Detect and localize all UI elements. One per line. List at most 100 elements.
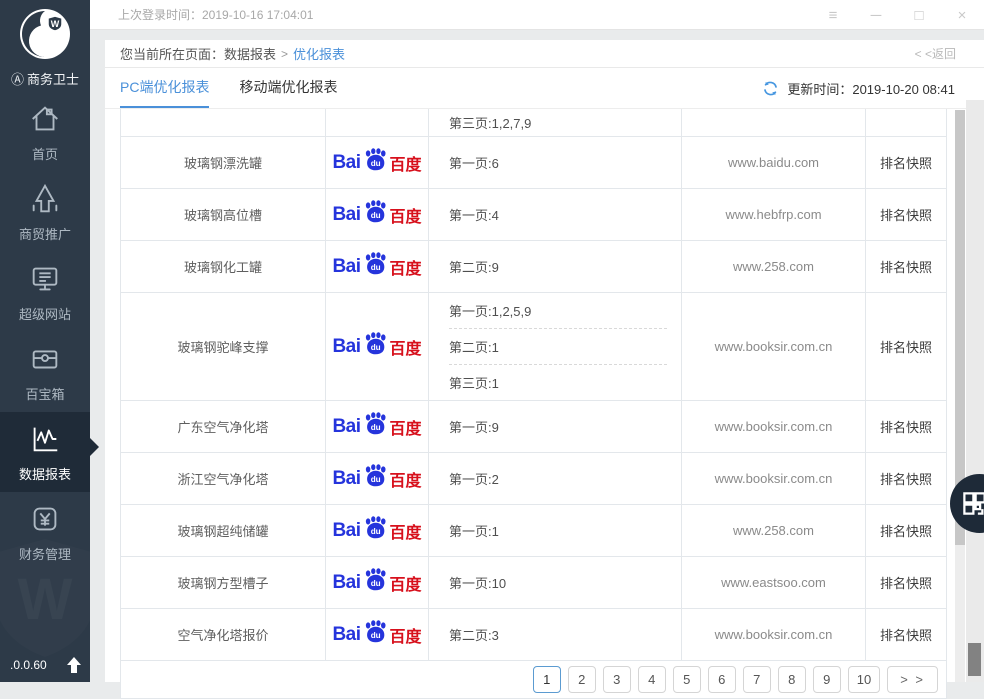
baidu-logo-cn: 百度 [390,623,422,647]
sidebar-item-label: 数据报表 [19,464,71,483]
sidebar-item-label: 超级网站 [19,304,71,323]
snapshot-link[interactable]: 排名快照 [880,521,932,540]
baidu-logo-bai: Bai [332,572,360,594]
page-button-9[interactable]: 9 [813,666,841,693]
tab-mobile-report[interactable]: 移动端优化报表 [239,68,337,108]
snapshot-cell: 排名快照 [866,189,946,240]
url-label: www.258.com [733,523,814,538]
snapshot-link[interactable]: 排名快照 [880,573,932,592]
snapshot-cell: 排名快照 [866,505,946,556]
keyword-cell: 空气净化塔报价 [121,609,326,660]
sidebar-item-4[interactable]: 数据报表 [0,412,90,492]
last-login-label: 上次登录时间：2019-10-16 17:04:01 [118,6,313,23]
page-button-7[interactable]: 7 [743,666,771,693]
search-engine-cell: Baidu百度 [326,609,429,660]
page-button-8[interactable]: 8 [778,666,806,693]
search-engine-cell: Baidu百度 [326,293,429,400]
menu-icon[interactable]: ≡ [825,8,841,23]
keyword-cell: 玻璃钢超纯储罐 [121,505,326,556]
page-button-3[interactable]: 3 [603,666,631,693]
qr-code-icon [961,490,984,517]
pagination: 123456789 10 > > [121,661,946,698]
snapshot-link[interactable]: 排名快照 [880,257,932,276]
baidu-logo-bai: Bai [332,336,360,358]
table-row: 玻璃钢高位槽Baidu百度第一页:4www.hebfrp.com排名快照 [121,189,946,241]
page-button-4[interactable]: 4 [638,666,666,693]
url-cell [682,109,866,136]
snapshot-cell: 排名快照 [866,401,946,452]
refresh-icon[interactable] [762,80,779,97]
baidu-logo-cn: 百度 [390,151,422,175]
close-icon[interactable]: × [954,8,970,23]
snapshot-cell: 排名快照 [866,609,946,660]
sidebar-item-1[interactable]: 商贸推广 [0,172,90,252]
sidebar-item-0[interactable]: 首页 [0,92,90,172]
rank-page-line: 第一页:10 [449,565,681,600]
baidu-logo-bai: Bai [332,624,360,646]
back-button[interactable]: < <返回 [915,45,956,62]
search-engine-cell: Baidu百度 [326,453,429,504]
tab-pc-report[interactable]: PC端优化报表 [120,68,209,108]
baidu-logo: Baidu百度 [332,466,421,491]
page-button-10[interactable]: 10 [848,666,880,693]
page-button-6[interactable]: 6 [708,666,736,693]
page-button-1[interactable]: 1 [533,666,561,693]
content-panel: 您当前所在页面：数据报表 > 优化报表 < <返回 PC端优化报表 移动端优化报… [105,40,984,682]
url-label: www.booksir.com.cn [715,419,833,434]
baidu-logo-bai: Bai [332,520,360,542]
keyword-label: 玻璃钢漂洗罐 [184,153,262,172]
snapshot-link[interactable]: 排名快照 [880,153,932,172]
url-label: www.booksir.com.cn [715,627,833,642]
page-button-2[interactable]: 2 [568,666,596,693]
snapshot-link[interactable]: 排名快照 [880,469,932,488]
snapshot-link[interactable]: 排名快照 [880,337,932,356]
breadcrumb-current[interactable]: 优化报表 [293,44,345,63]
page-button-5[interactable]: 5 [673,666,701,693]
minimize-icon[interactable]: ─ [868,8,884,23]
snapshot-cell: 排名快照 [866,137,946,188]
baidu-logo-cn: 百度 [390,519,422,543]
keyword-cell [121,109,326,136]
baidu-logo: Baidu百度 [332,622,421,647]
table-row: 玻璃钢方型槽子Baidu百度第一页:10www.eastsoo.com排名快照 [121,557,946,609]
rank-pages-cell: 第一页:2 [429,453,682,504]
baidu-paw-icon: du [362,199,388,224]
baidu-logo-cn: 百度 [390,203,422,227]
keyword-label: 玻璃钢方型槽子 [177,573,268,592]
baidu-logo-bai: Bai [332,204,360,226]
keyword-label: 玻璃钢高位槽 [184,205,262,224]
url-cell: www.booksir.com.cn [682,293,866,400]
snapshot-link[interactable]: 排名快照 [880,625,932,644]
url-label: www.eastsoo.com [721,575,826,590]
search-engine-cell [326,109,429,136]
breadcrumb-parent[interactable]: 数据报表 [224,44,276,63]
keyword-label: 玻璃钢化工罐 [184,257,262,276]
website-icon [27,261,63,297]
rank-page-line: 第三页:1,2,7,9 [449,109,681,136]
baidu-logo-cn: 百度 [390,571,422,595]
breadcrumb-prefix: 您当前所在页面： [120,44,224,63]
snapshot-link[interactable]: 排名快照 [880,205,932,224]
keyword-label: 玻璃钢驼峰支撑 [177,337,268,356]
snapshot-cell [866,109,946,136]
keyword-cell: 玻璃钢方型槽子 [121,557,326,608]
next-page-button[interactable]: > > [887,666,938,693]
url-cell: www.hebfrp.com [682,189,866,240]
url-label: www.baidu.com [728,155,819,170]
sidebar-item-label: 百宝箱 [25,384,64,403]
svg-text:du: du [370,423,380,432]
sidebar-item-5[interactable]: 财务管理 [0,492,90,572]
window-scrollbar [966,100,984,682]
svg-text:du: du [370,475,380,484]
window-scrollbar-thumb[interactable] [968,643,981,676]
snapshot-link[interactable]: 排名快照 [880,417,932,436]
table-row-partial: 第三页:1,2,7,9 [121,109,946,137]
baidu-logo-bai: Bai [332,152,360,174]
svg-text:du: du [370,263,380,272]
sidebar-item-2[interactable]: 超级网站 [0,252,90,332]
maximize-icon[interactable]: □ [911,8,927,23]
upgrade-arrow-icon[interactable] [66,656,82,674]
svg-text:du: du [370,343,380,352]
sidebar-item-3[interactable]: 百宝箱 [0,332,90,412]
baidu-paw-icon: du [362,411,388,436]
